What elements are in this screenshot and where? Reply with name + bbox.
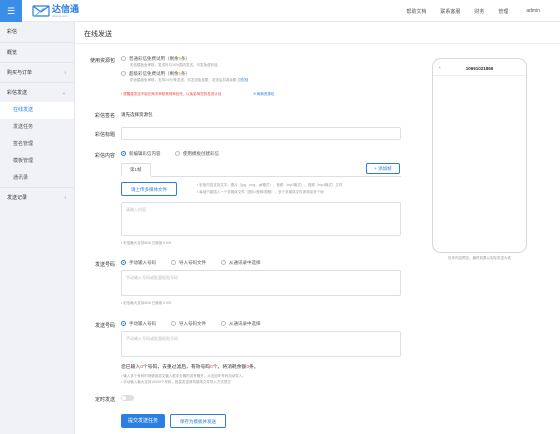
phone-option-contacts[interactable]: 从通讯录中选择 [221, 321, 261, 327]
resource-label: 使用资源包 [89, 58, 115, 64]
phone-option-import[interactable]: 导入号码文件 [171, 260, 206, 266]
sidebar-sub-templates[interactable]: 模板管理 [0, 153, 74, 170]
phone-label: 发送号码 [94, 262, 115, 268]
title-divider [75, 43, 560, 44]
schedule-toggle[interactable] [121, 395, 134, 401]
sidebar-item-mms[interactable]: 彩信 [0, 22, 74, 42]
schedule-label: 定时发送 [94, 397, 115, 403]
logo-name: 达信通 [52, 3, 80, 14]
radio-icon[interactable] [121, 71, 126, 77]
frame-tab[interactable]: 第1帧 [121, 163, 151, 176]
sidebar-sub-signatures[interactable]: 签名管理 [0, 136, 74, 153]
title-label: 彩信标题 [94, 132, 115, 138]
resource-option-normal[interactable]: 普通彩信免费试用（剩余5条） [121, 56, 190, 62]
tab-divider [151, 176, 401, 177]
radio-icon[interactable] [175, 151, 180, 157]
top-links: 帮助文档 联系客服 财务 管理 admin [392, 0, 540, 22]
refresh-resource-link[interactable]: ⟲ 刷新资源包 [253, 92, 274, 97]
save-template-send-button[interactable]: 保存为模板并发送 [170, 414, 226, 428]
add-frame-button[interactable]: + 添加帧 [366, 163, 400, 174]
sidebar-item-label: 概览 [7, 50, 18, 56]
admin-link[interactable]: admin [526, 8, 540, 14]
phone-option-contacts[interactable]: 从通讯录中选择 [221, 260, 261, 266]
phone-hint-separator: • 输入多个号码时请使用英文输入框中分隔的逗号隔开，点击回车号码自动导入。 [121, 374, 246, 378]
preview-sender: 10691021866 [465, 66, 494, 71]
logo[interactable]: 达信通 dxtong.com [32, 4, 79, 18]
title-input[interactable] [121, 127, 401, 140]
phone-summary: 您已输入0个号码，去重过滤后，有效号码0个，将消耗余额0条。 [121, 365, 259, 370]
phone-hint-limit: • 手动输入最大支持10000个号码，批量发送请将使用文件导入方式提交 [121, 380, 231, 384]
submit-task-button[interactable]: 提交发送任务 [121, 414, 165, 428]
content-size-count: • 彩信最大支持0KB 已使用 0 KB [121, 241, 171, 245]
sign-label: 彩信签名 [94, 113, 115, 119]
phone-preview: ‹ 10691021866 [432, 58, 527, 253]
page-title: 在线发送 [84, 31, 112, 38]
content-option-new[interactable]: 新编辑彩信内容 [121, 151, 161, 157]
logo-envelope-icon [32, 5, 50, 17]
close-link[interactable]: 【关闭】 [236, 78, 250, 82]
radio-checked-icon[interactable] [121, 151, 126, 157]
resource-warning: • 提醒重发送不能在两次审核常规审批完，以免影响您的发送计划 [121, 92, 222, 96]
sidebar-sub-contacts[interactable]: 通讯录 [0, 170, 74, 187]
sidebar-sub-send-tasks[interactable]: 发送任务 [0, 119, 74, 136]
content-textarea[interactable]: 请输入内容 [121, 202, 401, 236]
sign-value: 请先选择资源包 [121, 112, 153, 117]
resource-option-super-hint: 彩信模板免审核，支持24元/条发送，仅发送免费额，发送后扣减余额【关闭】 [130, 78, 251, 82]
sidebar: 彩信 概览 购买与订单 › 彩信发送 ⌄ 在线发送 发送任务 签名管理 模板管理 通… [0, 22, 75, 434]
content-placeholder: 请输入内容 [126, 207, 146, 212]
sidebar-item-send-records[interactable]: 发送记录 › [0, 187, 74, 207]
content-option-template[interactable]: 使用模板创建彩信 [175, 151, 219, 157]
menu-icon[interactable]: ☰ [0, 0, 22, 22]
content-label: 彩信内容 [94, 153, 115, 159]
phone-placeholder: 手动输入号码或批量粘贴号码 [126, 275, 178, 280]
phone-option-manual[interactable]: 手动输入号码 [121, 321, 156, 327]
finance-link[interactable]: 财务 [474, 8, 484, 15]
phone-label: 发送号码 [94, 323, 115, 329]
radio-icon[interactable] [221, 260, 226, 266]
sidebar-item-mms-send[interactable]: 彩信发送 ⌄ [0, 82, 74, 102]
sidebar-item-overview[interactable]: 概览 [0, 42, 74, 62]
phone-option-import[interactable]: 导入号码文件 [171, 321, 206, 327]
phone-option-manual[interactable]: 手动输入号码 [121, 260, 156, 266]
chevron-right-icon: › [64, 195, 66, 201]
sidebar-sub-online-send[interactable]: 在线发送 [0, 102, 74, 119]
radio-icon[interactable] [221, 321, 226, 327]
content-hint-formats: • 彩信内容支持文字、图片（jpg、png、gif格式）、音频（mp3格式）、视… [197, 183, 343, 187]
phone-textarea[interactable]: 手动输入号码或批量粘贴号码 [121, 270, 401, 296]
resource-option-super[interactable]: 超级彩信免费试用（剩余5条） [121, 71, 190, 77]
sidebar-item-label: 彩信 [7, 29, 18, 35]
help-docs-link[interactable]: 帮助文档 [406, 8, 426, 15]
chevron-down-icon: ⌄ [61, 90, 66, 96]
sidebar-item-label: 发送记录 [7, 195, 28, 201]
upload-media-button[interactable]: 请上传多媒体文件 [121, 182, 177, 196]
manage-link[interactable]: 管理 [498, 8, 508, 15]
phone-size-count: • 彩信最大支持0KB 已使用 0 KB [121, 301, 171, 305]
radio-icon[interactable] [171, 260, 176, 266]
sidebar-item-purchase[interactable]: 购买与订单 › [0, 62, 74, 82]
contact-support-link[interactable]: 联系客服 [440, 8, 460, 15]
radio-checked-icon[interactable] [121, 260, 126, 266]
radio-icon[interactable] [121, 56, 126, 62]
preview-caption: 仅作内容预览，最终效果以实际发送为准 [448, 256, 511, 260]
sidebar-item-label: 购买与订单 [7, 70, 33, 76]
sidebar-item-label: 彩信发送 [7, 90, 28, 96]
radio-icon[interactable] [171, 321, 176, 327]
logo-sub: dxtong.com [52, 13, 68, 18]
preview-divider [433, 75, 526, 76]
top-bar: ☰ 达信通 dxtong.com 帮助文档 联系客服 财务 管理 admin [0, 0, 560, 22]
radio-checked-icon[interactable] [121, 321, 126, 327]
phone-textarea[interactable]: 手动输入号码或批量粘贴号码 [121, 331, 401, 357]
chevron-right-icon: › [64, 70, 66, 76]
resource-option-normal-hint: 彩信模板免审核，发送时与10%国内发送，可发免费彩信。 [130, 63, 222, 67]
phone-placeholder: 手动输入号码或批量粘贴号码 [126, 336, 178, 341]
content-hint-frames: • 每帧只能插入一个多媒体文件（图片/音频/视频），多个多媒体文件请添加多个帧 [197, 190, 324, 194]
